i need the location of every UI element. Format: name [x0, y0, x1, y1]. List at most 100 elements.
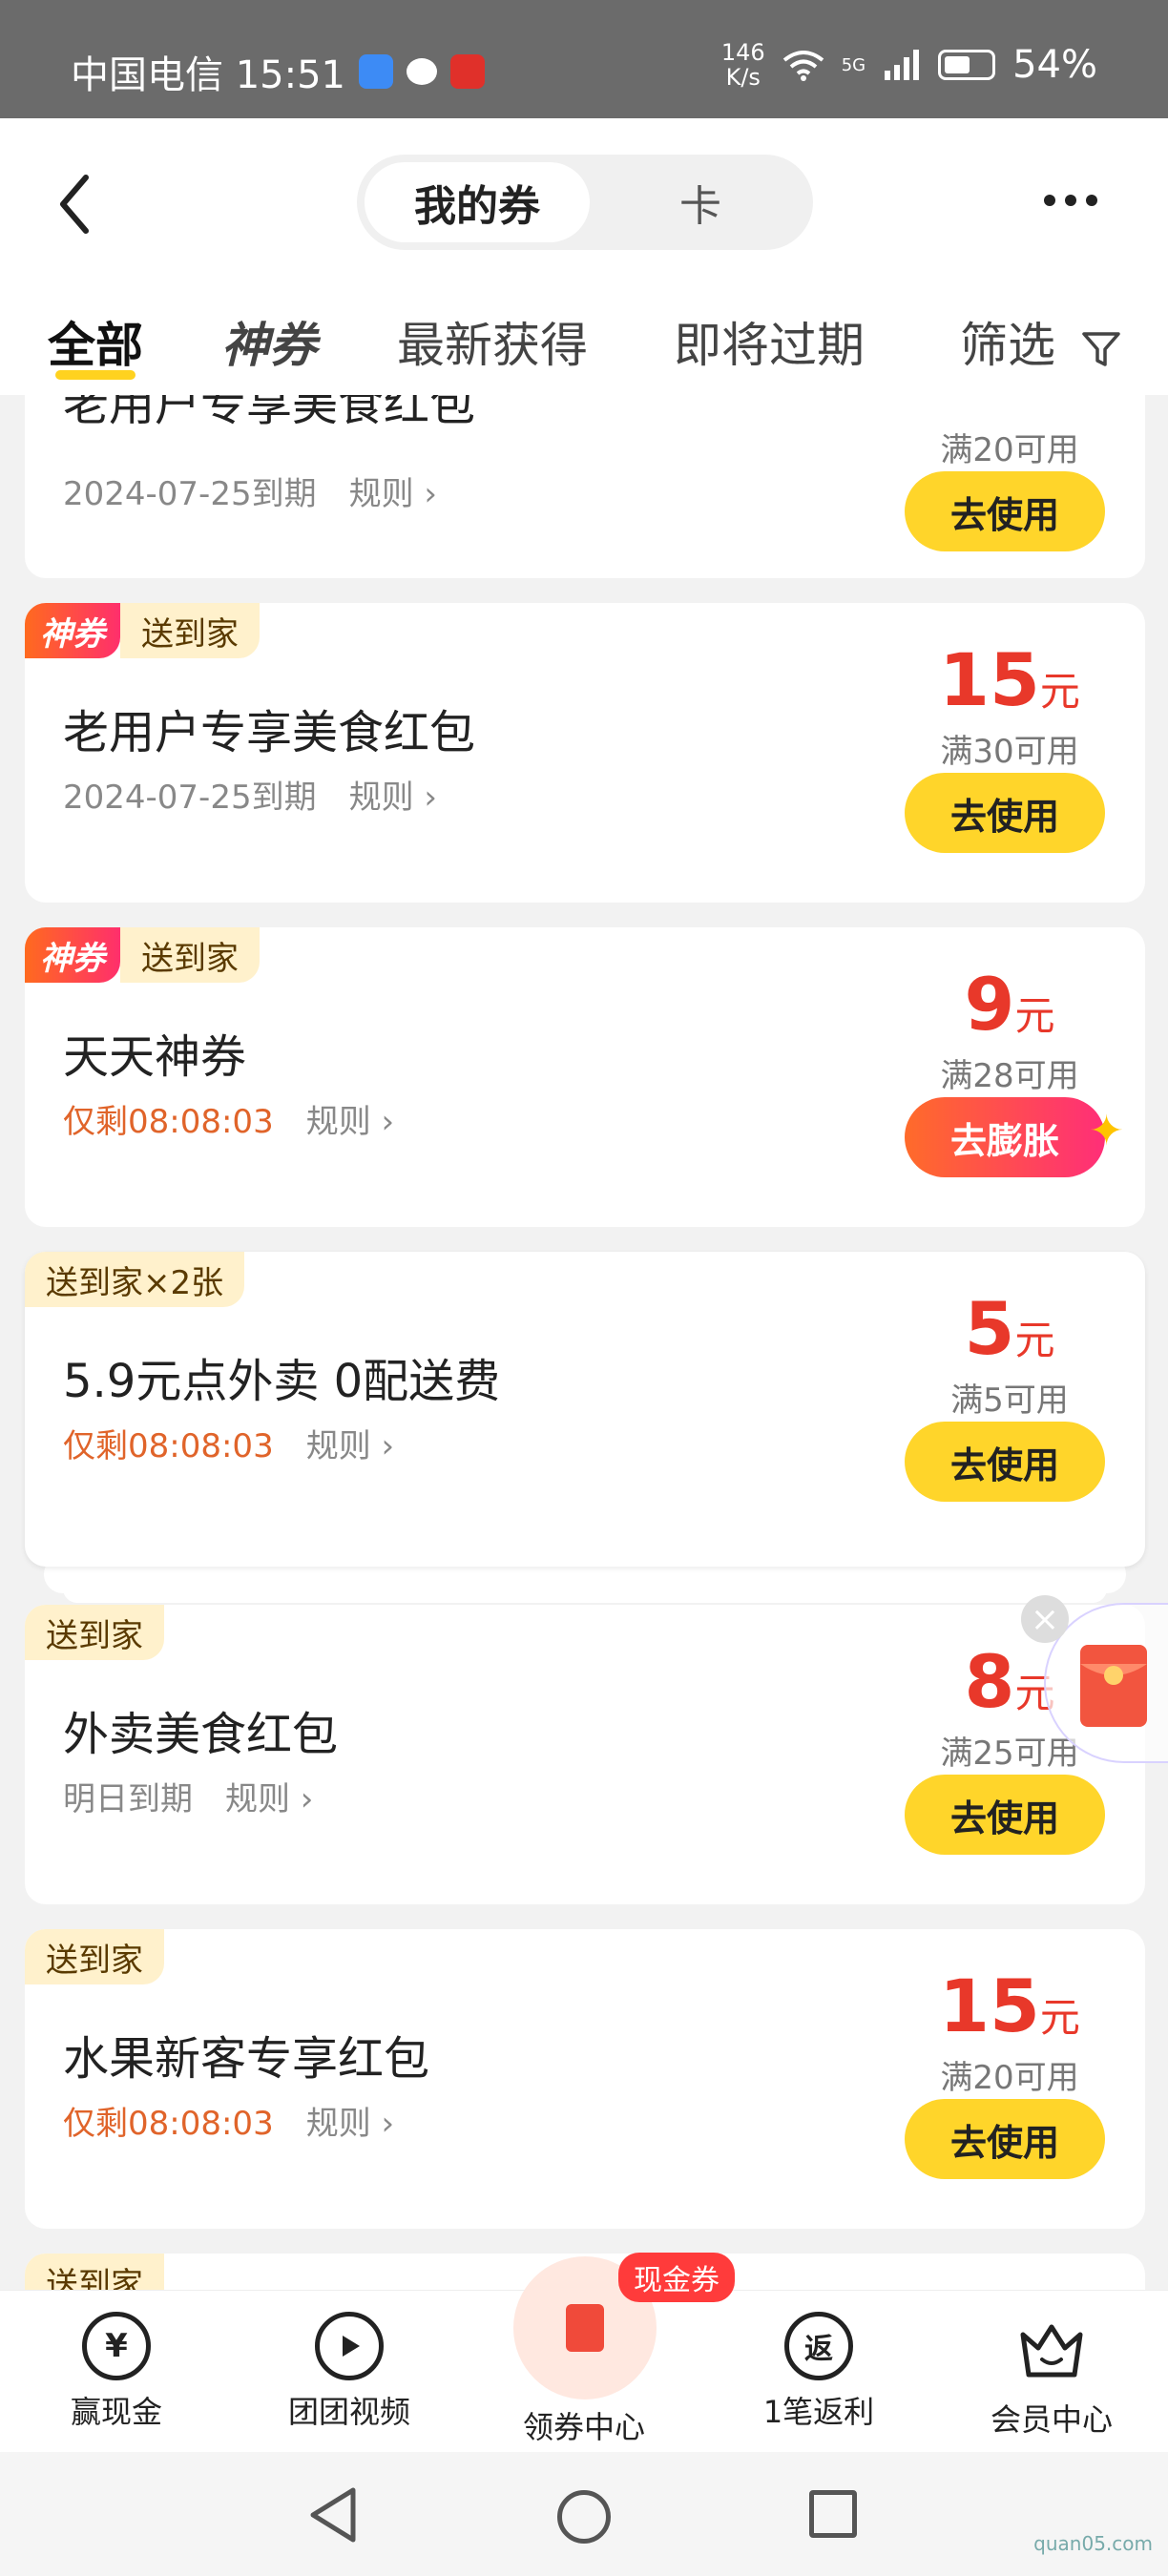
signal-5g-label: 5G — [841, 54, 866, 75]
status-right: 146 K/s 5G 54% — [721, 40, 1097, 90]
coupon-expire: 2024-07-25到期 — [63, 475, 317, 513]
coupon-condition: 满5可用 — [950, 1381, 1069, 1420]
coupon-card[interactable]: 神券 送到家 天天神券 仅剩08:08:03 规则 9元 满28可用 去膨胀 ✦ — [25, 927, 1145, 1227]
coupon-condition: 满20可用 — [940, 2059, 1079, 2097]
header: 我的券 卡 全部 神券 最新获得 即将过期 筛选 — [0, 118, 1168, 395]
nav-group-video[interactable]: 团团视频 — [254, 2312, 445, 2432]
amount-unit: 元 — [1039, 1994, 1080, 2041]
coupon-title: 外卖美食红包 — [63, 1708, 339, 1761]
coupon-title: 水果新客专享红包 — [63, 2032, 430, 2086]
amount-value: 15 — [939, 1963, 1040, 2048]
coupon-title: 5.9元点外卖 0配送费 — [63, 1355, 501, 1408]
delivery-badge: 送到家 — [120, 927, 260, 983]
coupon-meta: 明日到期 规则 — [63, 1773, 313, 1819]
red-packet-icon — [1080, 1645, 1147, 1727]
delivery-badge: 送到家 — [25, 1929, 164, 1984]
tab-shenquan[interactable]: 神券 — [221, 307, 317, 376]
battery-icon — [938, 50, 996, 80]
system-recent-icon[interactable] — [809, 2490, 857, 2538]
coupon-amount: 9元 — [914, 962, 1105, 1047]
app-notification-icon — [359, 54, 393, 89]
tab-newest[interactable]: 最新获得 — [397, 307, 588, 376]
coupon-badges: 神券 送到家 — [25, 603, 260, 658]
rule-link[interactable]: 规则 — [349, 771, 437, 818]
status-bar: 中国电信 15:51 146 K/s 5G 54% — [0, 0, 1168, 118]
coupon-amount: 15元 — [914, 637, 1105, 722]
back-icon[interactable] — [48, 166, 105, 242]
coupon-title: 天天神券 — [63, 1030, 247, 1084]
nav-rebate[interactable]: 返 1笔返利 — [723, 2312, 914, 2432]
coupon-card[interactable]: 送到家 水果新客专享红包 仅剩08:08:03 规则 15元 满20可用 去使用 — [25, 1929, 1145, 2229]
rule-link[interactable]: 规则 — [306, 1420, 394, 1466]
amount-value: 5 — [964, 1286, 1015, 1371]
cash-coupon-badge: 现金券 — [618, 2253, 735, 2302]
tab-filter[interactable]: 筛选 — [960, 307, 1122, 376]
coupon-amount: 15元 — [914, 1963, 1105, 2048]
coupon-expire: 2024-07-25到期 — [63, 779, 317, 817]
segment-cards[interactable]: 卡 — [595, 162, 805, 242]
coupon-card[interactable]: 送到家×2张 5.9元点外卖 0配送费 仅剩08:08:03 规则 5元 满5可… — [25, 1252, 1145, 1567]
system-home-icon[interactable] — [557, 2490, 611, 2544]
carrier-time: 中国电信 15:51 — [71, 53, 345, 97]
coupon-card[interactable]: 送到家 外卖美食红包 明日到期 规则 8元 满25可用 去使用 — [25, 1605, 1145, 1904]
play-icon — [315, 2312, 384, 2380]
filter-label: 筛选 — [960, 318, 1055, 373]
coupon-meta: 仅剩08:08:03 规则 — [63, 2097, 394, 2144]
coupon-meta: 2024-07-25到期 规则 — [63, 771, 437, 818]
rule-link[interactable]: 规则 — [306, 2097, 394, 2144]
coupon-card[interactable]: 老用户专享美食红包 2024-07-25到期 规则 满20可用 去使用 — [25, 395, 1145, 578]
tab-all[interactable]: 全部 — [48, 307, 143, 376]
crown-icon — [1020, 2324, 1083, 2378]
use-button[interactable]: 去使用 — [905, 1775, 1105, 1855]
use-button[interactable]: 去使用 — [905, 2099, 1105, 2179]
coupon-badges: 送到家 — [25, 2254, 164, 2290]
amount-value: 9 — [964, 962, 1015, 1047]
delivery-badge: 送到家 — [25, 1605, 164, 1660]
yuan-icon: ¥ — [82, 2312, 151, 2380]
coupon-meta: 2024-07-25到期 规则 — [63, 467, 437, 514]
delivery-badge: 送到家 — [25, 2254, 164, 2290]
coupon-meta: 仅剩08:08:03 规则 — [63, 1420, 394, 1466]
battery-percent: 54% — [1012, 43, 1097, 87]
amount-value: 15 — [939, 637, 1040, 722]
close-icon[interactable]: × — [1021, 1595, 1069, 1643]
delivery-badge: 送到家×2张 — [25, 1252, 245, 1307]
segment-my-coupons[interactable]: 我的券 — [365, 162, 590, 242]
coupon-condition: 满28可用 — [940, 1057, 1079, 1095]
coupon-condition: 满30可用 — [940, 733, 1079, 771]
system-back-icon[interactable] — [305, 2484, 363, 2545]
coupon-countdown: 仅剩08:08:03 — [63, 2105, 274, 2143]
message-icon — [407, 58, 437, 85]
watermark: quan05.com — [1033, 2532, 1153, 2555]
swell-button[interactable]: 去膨胀 ✦ — [905, 1097, 1124, 1177]
swell-label: 去膨胀 — [949, 1119, 1059, 1162]
nav-label: 领券中心 — [522, 2409, 645, 2445]
amount-unit: 元 — [1014, 992, 1055, 1039]
wifi-icon — [782, 51, 824, 81]
coupon-badges: 送到家 — [25, 1929, 164, 1984]
more-icon[interactable] — [1044, 181, 1111, 219]
nav-label: 赢现金 — [70, 2394, 162, 2430]
nav-earn-cash[interactable]: ¥ 赢现金 — [21, 2312, 212, 2432]
bottom-nav: ¥ 赢现金 团团视频 现金券 领券中心 返 1笔返利 会员中心 — [0, 2253, 1168, 2452]
system-nav-bar: quan05.com — [0, 2452, 1168, 2576]
tab-active-indicator — [55, 370, 136, 380]
segment-control: 我的券 卡 — [357, 155, 813, 250]
amount-unit: 元 — [1039, 668, 1080, 715]
sparkle-icon: ✦ — [1089, 1107, 1124, 1155]
use-button[interactable]: 去使用 — [905, 471, 1105, 551]
coupon-list: 老用户专享美食红包 2024-07-25到期 规则 满20可用 去使用 神券 送… — [0, 395, 1168, 2290]
amount-value: 8 — [964, 1639, 1015, 1724]
nav-label: 团团视频 — [287, 2394, 410, 2430]
shenquan-badge: 神券 — [25, 603, 120, 658]
use-button[interactable]: 去使用 — [905, 1422, 1105, 1502]
coupon-card[interactable]: 神券 送到家 老用户专享美食红包 2024-07-25到期 规则 15元 满30… — [25, 603, 1145, 903]
status-left: 中国电信 15:51 — [71, 44, 485, 99]
use-button[interactable]: 去使用 — [905, 773, 1105, 853]
rule-link[interactable]: 规则 — [349, 467, 437, 514]
signal-icon — [885, 50, 920, 80]
nav-member[interactable]: 会员中心 — [956, 2312, 1147, 2440]
rule-link[interactable]: 规则 — [225, 1773, 313, 1819]
rule-link[interactable]: 规则 — [306, 1095, 394, 1142]
tab-expiring[interactable]: 即将过期 — [674, 307, 865, 376]
